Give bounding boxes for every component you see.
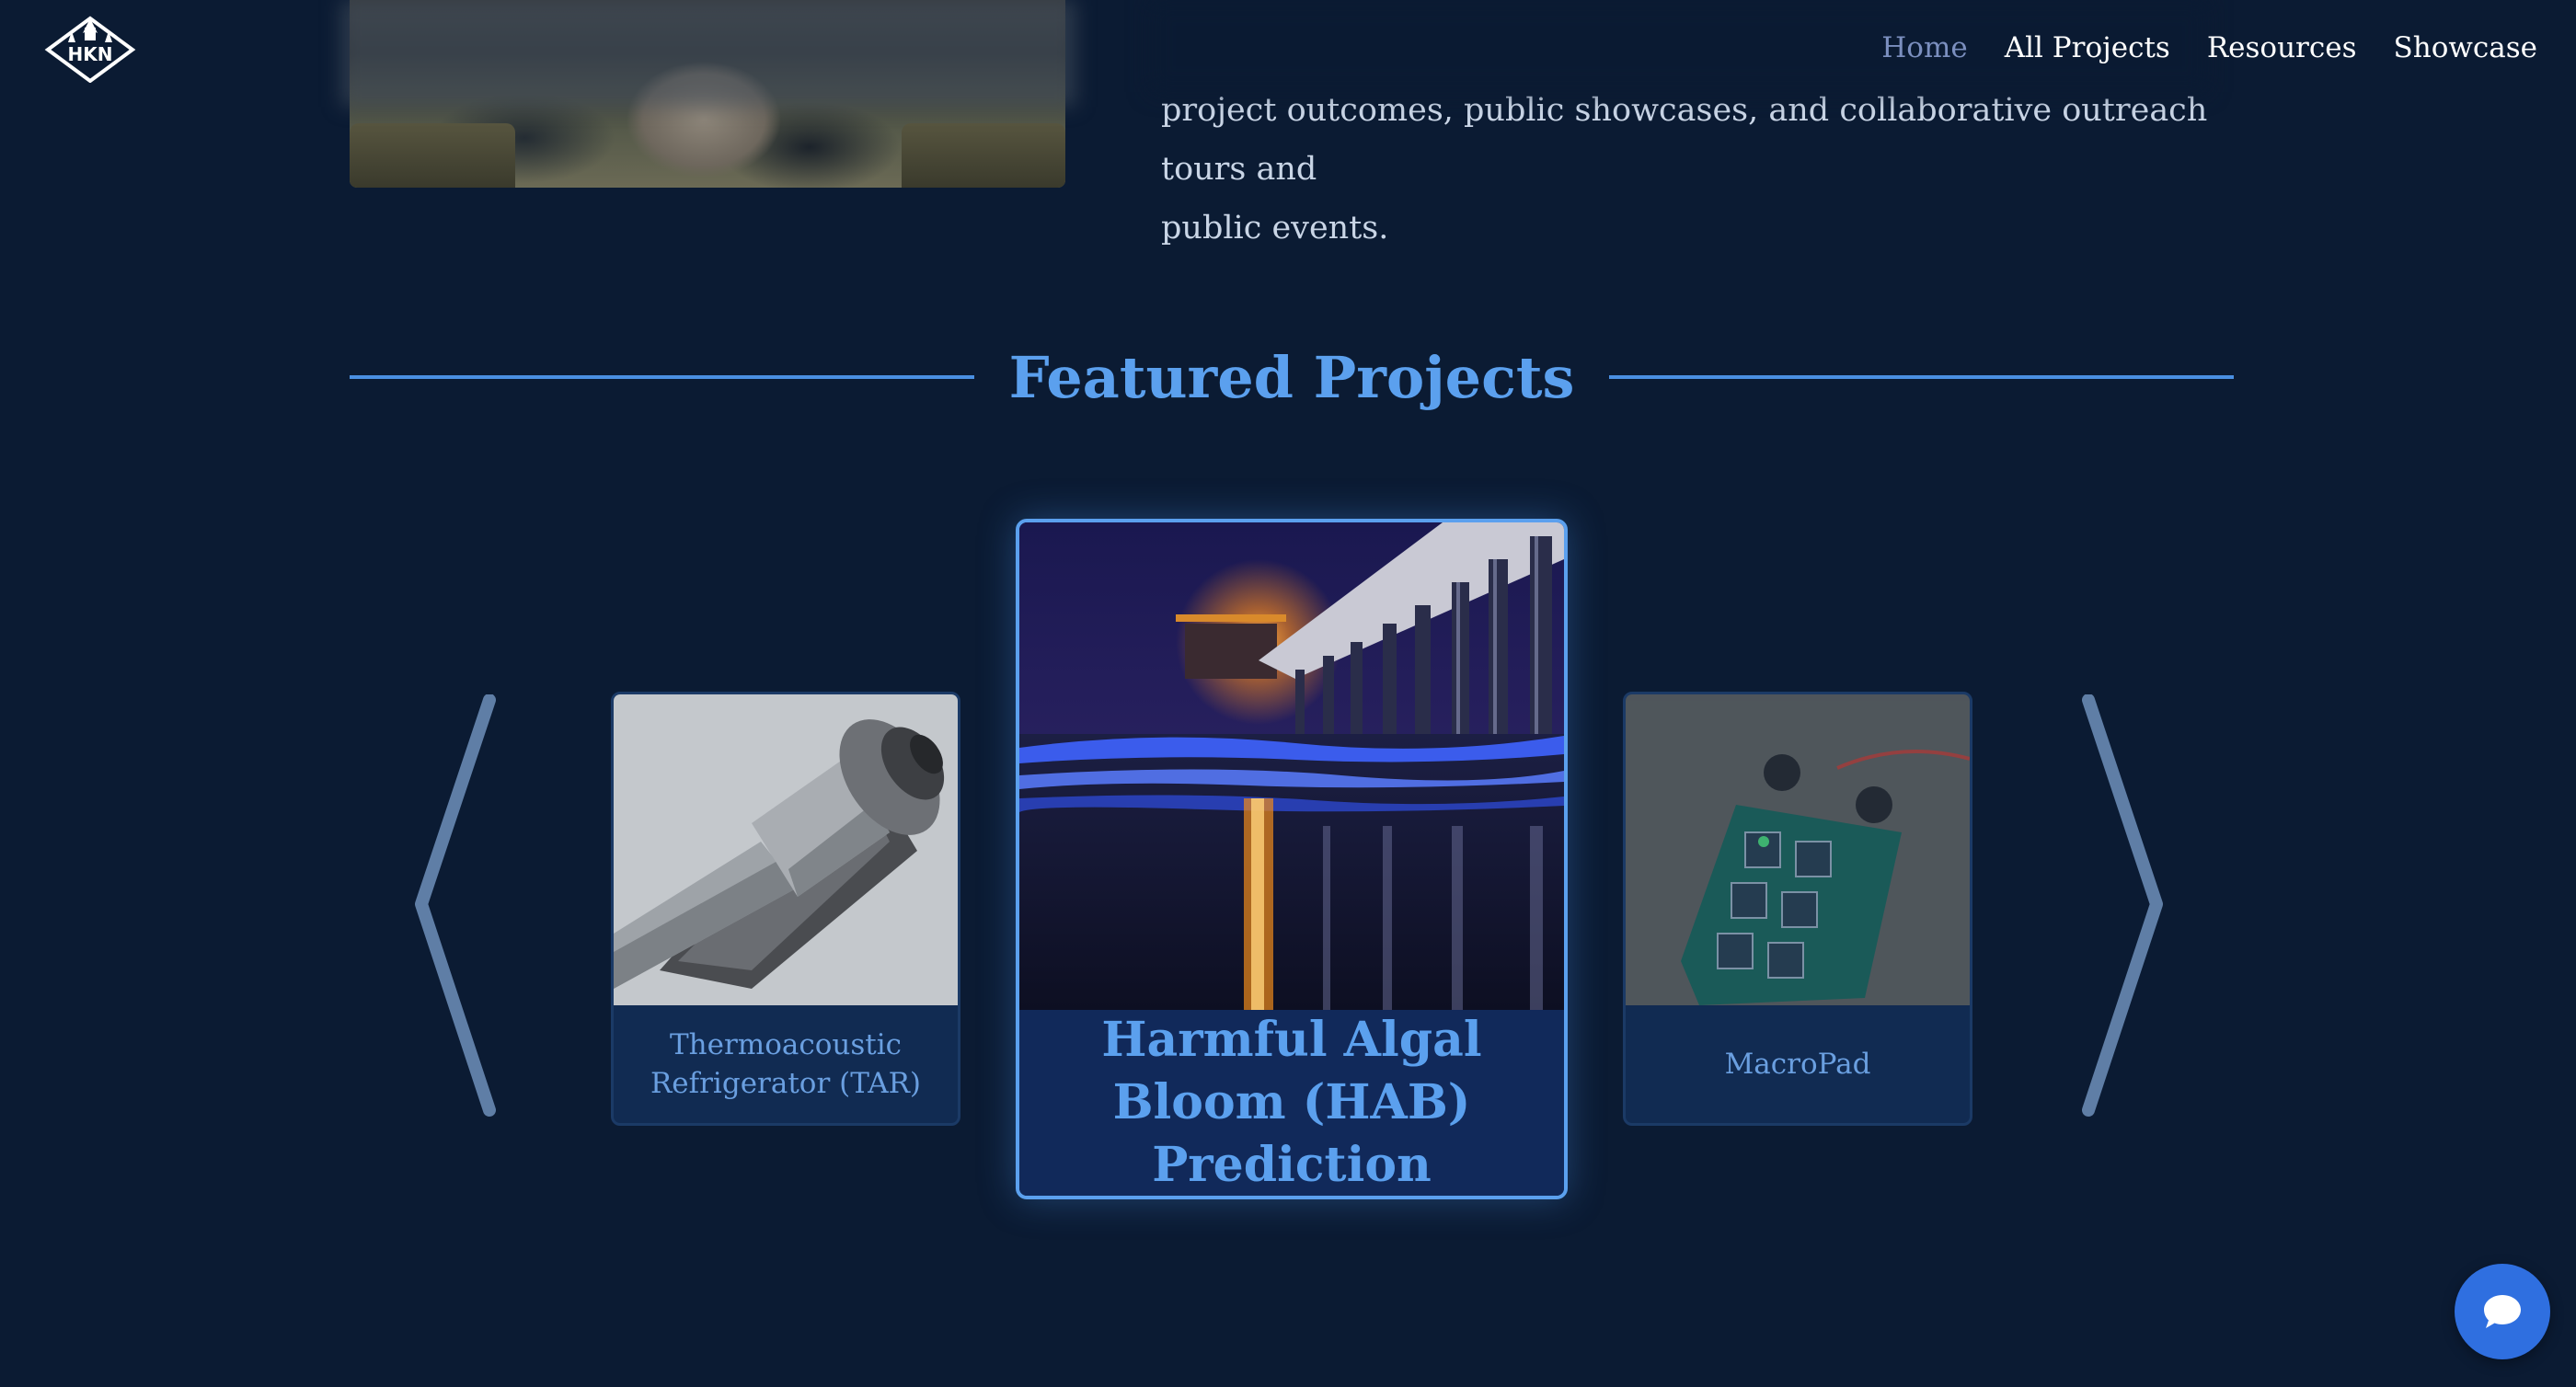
project-card-hab[interactable]: Harmful Algal Bloom (HAB) Prediction xyxy=(1016,519,1568,1199)
title-rule-left xyxy=(350,375,974,379)
chevron-right-icon xyxy=(2082,694,2163,1117)
intro-text-line-2: public events. xyxy=(1161,210,1389,246)
header-frost-left xyxy=(340,0,1076,107)
tar-caption: Thermoacoustic Refrigerator (TAR) xyxy=(650,1028,922,1100)
page: project outcomes, public showcases, and … xyxy=(0,0,2576,1387)
main-nav: Home All Projects Resources Showcase xyxy=(1881,31,2537,64)
nav-home[interactable]: Home xyxy=(1881,31,1967,64)
hab-image xyxy=(1019,522,1564,1010)
chat-bubble-icon xyxy=(2484,1295,2521,1328)
hkn-logo-icon[interactable]: HKN xyxy=(44,15,136,83)
title-rule-right xyxy=(1609,375,2235,379)
carousel-prev-button[interactable] xyxy=(414,694,497,1118)
macropad-image xyxy=(1626,694,1970,1005)
seat-right xyxy=(902,123,1065,188)
carousel-next-button[interactable] xyxy=(2081,694,2164,1118)
nav-showcase[interactable]: Showcase xyxy=(2394,31,2538,64)
macropad-caption: MacroPad xyxy=(1724,1048,1871,1081)
hab-caption: Harmful Algal Bloom (HAB) Prediction xyxy=(1019,1010,1564,1196)
svg-text:HKN: HKN xyxy=(68,43,113,65)
featured-projects-title: Featured Projects xyxy=(1008,343,1575,411)
project-card-tar[interactable]: Thermoacoustic Refrigerator (TAR) xyxy=(611,692,960,1126)
featured-title-row: Featured Projects xyxy=(350,340,2235,414)
tar-image xyxy=(614,694,958,1005)
project-card-macropad[interactable]: MacroPad xyxy=(1623,692,1972,1126)
seat-left xyxy=(350,123,515,188)
nav-all-projects[interactable]: All Projects xyxy=(2005,31,2170,64)
chevron-left-icon xyxy=(415,694,496,1117)
nav-resources[interactable]: Resources xyxy=(2207,31,2357,64)
chat-button[interactable] xyxy=(2455,1264,2550,1359)
